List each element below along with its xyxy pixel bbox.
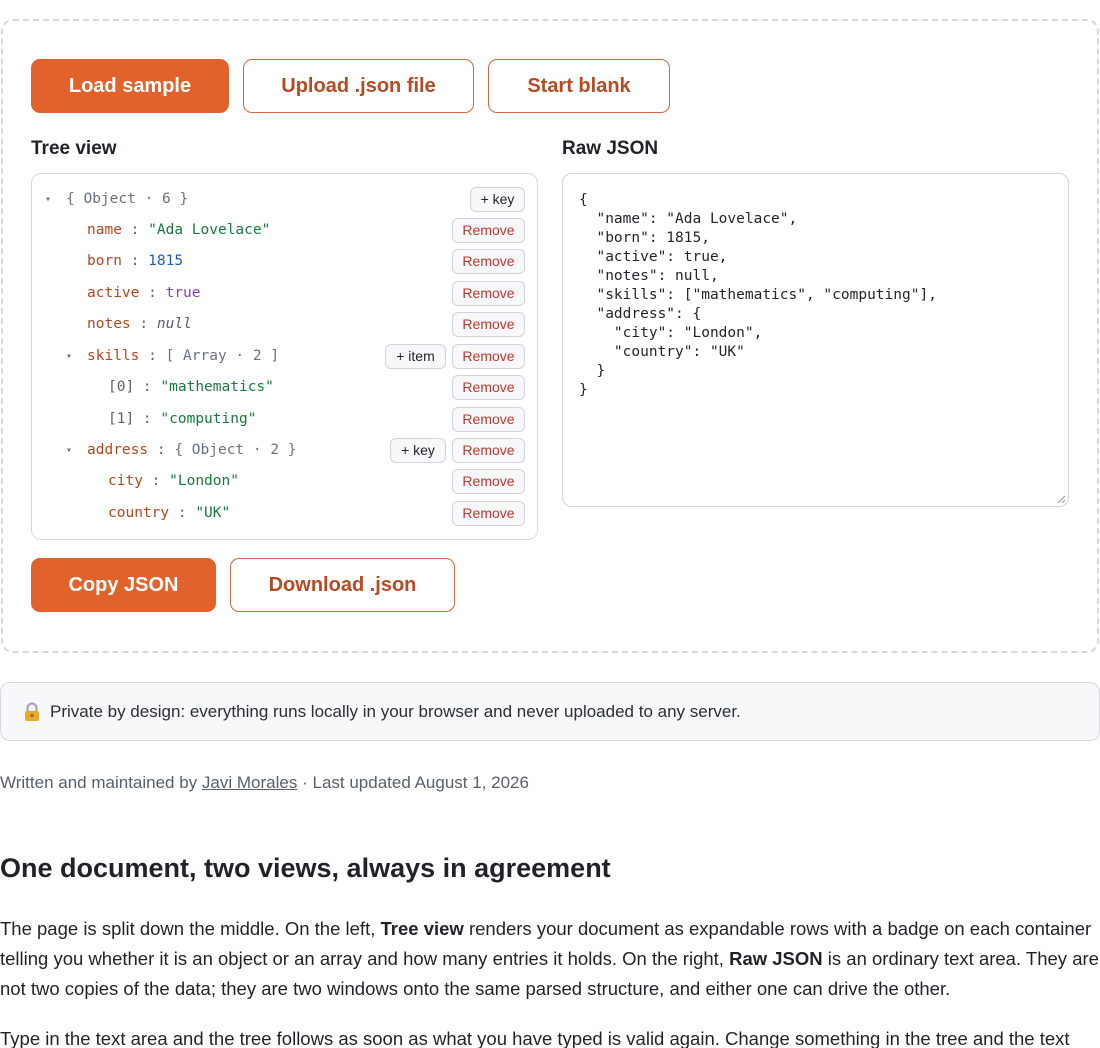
row-value[interactable]: 1815 (148, 253, 183, 269)
upload-json-button[interactable]: Upload .json file (243, 59, 474, 113)
byline-prefix: Written and maintained by (0, 773, 198, 792)
copy-json-button[interactable]: Copy JSON (31, 558, 216, 612)
last-updated: Last updated August 1, 2026 (312, 773, 529, 792)
raw-json-textarea[interactable]: { "name": "Ada Lovelace", "born": 1815, … (562, 173, 1069, 507)
remove-button[interactable]: Remove (452, 500, 525, 526)
resize-grip-icon[interactable] (1057, 495, 1065, 503)
remove-button[interactable]: Remove (452, 437, 525, 463)
article-paragraph: The page is split down the middle. On th… (0, 918, 1099, 999)
byline: Written and maintained by Javi Morales ·… (0, 773, 529, 793)
root-badge: { Object · 6 } (66, 191, 189, 207)
row-value[interactable]: "Ada Lovelace" (148, 222, 270, 238)
start-blank-button[interactable]: Start blank (488, 59, 670, 113)
collapse-toggle-icon[interactable]: ▾ (66, 351, 72, 362)
row-key[interactable]: country (108, 505, 169, 521)
remove-button[interactable]: Remove (452, 248, 525, 274)
tree-row: active : true Remove (32, 278, 537, 308)
raw-json-title: Raw JSON (562, 138, 659, 159)
row-value[interactable]: "mathematics" (160, 379, 274, 395)
tree-row: born : 1815 Remove (32, 246, 537, 276)
row-key[interactable]: city (108, 473, 143, 489)
object-badge: { Object · 2 } (174, 442, 297, 458)
row-value[interactable]: null (157, 316, 192, 332)
tree-row: [0] : "mathematics" Remove (32, 372, 537, 402)
tree-row: name : "Ada Lovelace" Remove (32, 215, 537, 245)
remove-button[interactable]: Remove (452, 406, 525, 432)
row-key[interactable]: notes (87, 316, 131, 332)
remove-button[interactable]: Remove (452, 311, 525, 337)
row-key[interactable]: skills (87, 348, 139, 364)
lock-icon (23, 702, 41, 722)
row-index: [1] (108, 411, 135, 427)
privacy-note: Private by design: everything runs local… (0, 682, 1100, 741)
row-value[interactable]: "London" (169, 473, 239, 489)
row-value[interactable]: "UK" (195, 505, 230, 521)
privacy-text: Private by design: everything runs local… (50, 701, 741, 721)
remove-button[interactable]: Remove (452, 280, 525, 306)
row-value[interactable]: true (166, 285, 201, 301)
array-badge: [ Array · 2 ] (165, 348, 280, 364)
author-link[interactable]: Javi Morales (202, 773, 297, 792)
add-item-button[interactable]: + item (385, 343, 446, 369)
tree-view-title: Tree view (31, 138, 117, 159)
tree-row: [1] : "computing" Remove (32, 404, 537, 434)
row-key[interactable]: address (87, 442, 148, 458)
tree-view: ▾ { Object · 6 } + key name : "Ada Lovel… (31, 173, 538, 540)
add-key-button[interactable]: + key (470, 186, 525, 212)
remove-button[interactable]: Remove (452, 217, 525, 243)
tree-row: ▾ skills : [ Array · 2 ] + item Remove (32, 341, 537, 371)
tree-row: ▾ address : { Object · 2 } + key Remove (32, 435, 537, 465)
remove-button[interactable]: Remove (452, 374, 525, 400)
row-key[interactable]: active (87, 285, 139, 301)
row-key[interactable]: born (87, 253, 122, 269)
add-key-button[interactable]: + key (390, 437, 446, 463)
download-json-button[interactable]: Download .json (230, 558, 455, 612)
row-index: [0] (108, 379, 135, 395)
tree-row: country : "UK" Remove (32, 498, 537, 528)
remove-button[interactable]: Remove (452, 468, 525, 494)
byline-separator: · (302, 773, 308, 792)
load-sample-button[interactable]: Load sample (31, 59, 229, 113)
row-value[interactable]: "computing" (160, 411, 256, 427)
tree-root-row: ▾ { Object · 6 } + key (32, 184, 537, 214)
remove-button[interactable]: Remove (452, 343, 525, 369)
row-key[interactable]: name (87, 222, 122, 238)
article-heading: One document, two views, always in agree… (0, 853, 611, 883)
tree-row: city : "London" Remove (32, 466, 537, 496)
article-paragraph: Type in the text area and the tree follo… (0, 1028, 1070, 1048)
collapse-toggle-icon[interactable]: ▾ (66, 445, 72, 456)
collapse-toggle-icon[interactable]: ▾ (45, 194, 51, 205)
tree-row: notes : null Remove (32, 309, 537, 339)
